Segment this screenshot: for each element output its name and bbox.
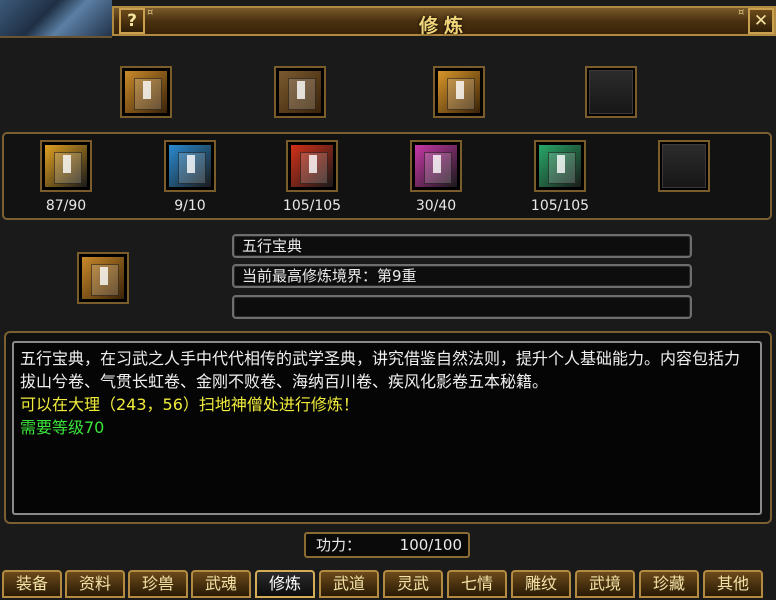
- technique-slot[interactable]: [433, 66, 485, 118]
- green-book-icon: [538, 144, 582, 188]
- volume-count: 9/10: [174, 198, 206, 214]
- tab-6[interactable]: 武道: [319, 570, 379, 598]
- tab-7[interactable]: 灵武: [383, 570, 443, 598]
- power-label: 功力：: [316, 536, 362, 554]
- selected-item-slot[interactable]: [77, 252, 129, 304]
- power-value: 100/100: [399, 536, 462, 554]
- golden-chest-icon: [437, 70, 481, 114]
- extra-info-field: [232, 295, 692, 319]
- window-corner-art: [0, 0, 112, 38]
- blue-book-icon: [168, 144, 212, 188]
- tab-10[interactable]: 武境: [575, 570, 635, 598]
- tab-9[interactable]: 雕纹: [511, 570, 571, 598]
- volume-slot[interactable]: [40, 140, 92, 192]
- close-button[interactable]: ✕: [748, 8, 774, 34]
- level-requirement-text: 需要等级70: [20, 418, 105, 437]
- technique-slot[interactable]: [585, 66, 637, 118]
- title-bar: 修炼: [112, 6, 776, 37]
- training-location-text: 可以在大理（243，56）扫地神僧处进行修炼！: [20, 395, 359, 414]
- tab-3[interactable]: 珍兽: [128, 570, 188, 598]
- volume-count: 105/105: [530, 198, 590, 214]
- volume-slot[interactable]: [534, 140, 586, 192]
- tab-5[interactable]: 修炼: [255, 570, 315, 598]
- wuxing-book-icon: [81, 256, 125, 300]
- description-box: 五行宝典，在习武之人手中代代相传的武学圣典，讲究借鉴自然法则，提升个人基础能力。…: [12, 341, 762, 515]
- tab-4[interactable]: 武魂: [191, 570, 251, 598]
- pink-book-icon: [414, 144, 458, 188]
- red-book-icon: [290, 144, 334, 188]
- tab-11[interactable]: 珍藏: [639, 570, 699, 598]
- volume-count: 87/90: [45, 198, 87, 214]
- volume-slot[interactable]: [410, 140, 462, 192]
- scroll-bundle-icon: [278, 70, 322, 114]
- window-title: 修炼: [418, 15, 469, 37]
- sparkle-icon: ¤: [738, 7, 745, 18]
- yellow-book-icon: [44, 144, 88, 188]
- wuxing-book-icon: [124, 70, 168, 114]
- item-name-field: 五行宝典: [232, 234, 692, 258]
- empty-slot-icon: [662, 144, 706, 188]
- empty-slot-icon: [589, 70, 633, 114]
- volume-count: 30/40: [415, 198, 457, 214]
- volume-slot[interactable]: [164, 140, 216, 192]
- technique-slot[interactable]: [274, 66, 326, 118]
- volume-slot[interactable]: [286, 140, 338, 192]
- tab-1[interactable]: 装备: [2, 570, 62, 598]
- tab-2[interactable]: 资料: [65, 570, 125, 598]
- volume-count: 105/105: [282, 198, 342, 214]
- help-button[interactable]: ?: [119, 8, 145, 34]
- tab-8[interactable]: 七情: [447, 570, 507, 598]
- realm-field: 当前最高修炼境界：第9重: [232, 264, 692, 288]
- power-display: 功力： 100/100: [304, 532, 470, 558]
- volume-slot[interactable]: [658, 140, 710, 192]
- tab-12[interactable]: 其他: [703, 570, 763, 598]
- sparkle-icon: ¤: [147, 7, 154, 18]
- technique-slot[interactable]: [120, 66, 172, 118]
- description-text: 五行宝典，在习武之人手中代代相传的武学圣典，讲究借鉴自然法则，提升个人基础能力。…: [20, 349, 741, 391]
